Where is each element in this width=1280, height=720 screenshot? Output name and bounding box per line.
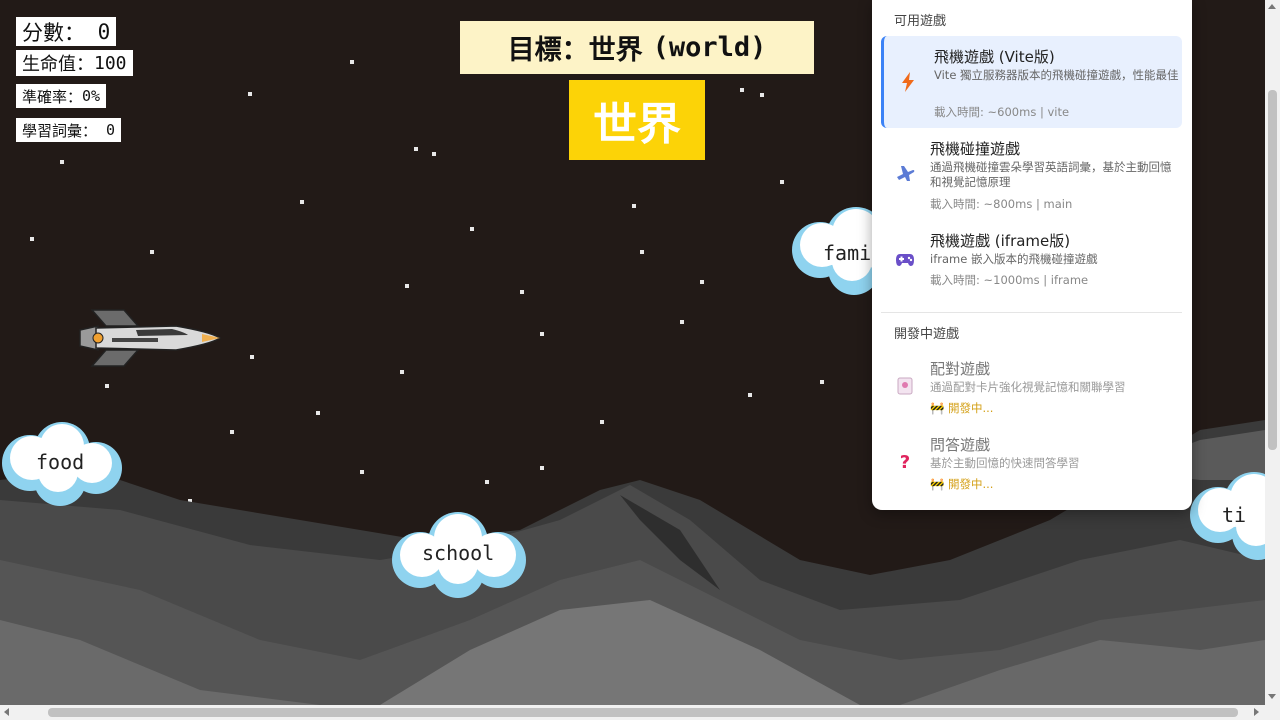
cards-icon — [895, 376, 915, 396]
vocab-label: 學習詞彙： — [22, 121, 98, 140]
star — [520, 290, 524, 294]
health-label: 生命值： — [22, 54, 94, 75]
game-description: Vite 獨立服務器版本的飛機碰撞遊戲，性能最佳 — [934, 68, 1179, 82]
target-word-zh: 世界 — [588, 35, 643, 66]
star — [405, 284, 409, 288]
star — [640, 250, 644, 254]
game-name: 飛機遊戲 (iframe版) — [930, 232, 1071, 250]
accuracy-value: 0% — [82, 87, 101, 105]
scroll-right-arrow-icon[interactable] — [1254, 708, 1259, 716]
star — [414, 147, 418, 151]
gamepad-icon — [895, 250, 915, 270]
accuracy-label: 準確率： — [22, 87, 83, 106]
menu-item-plane-game[interactable]: 飛機碰撞遊戲 通過飛機碰撞雲朵學習英語詞彙，基於主動回憶和視覺記憶原理 載入時間… — [881, 132, 1182, 216]
game-meta: 🚧 開發中... — [930, 401, 994, 415]
target-banner: 目標： 世界 (world) — [460, 21, 814, 74]
target-word-en: (world) — [652, 32, 767, 63]
star — [700, 280, 704, 284]
game-meta: 載入時間: ~1000ms | iframe — [930, 273, 1089, 287]
game-name: 問答遊戲 — [930, 436, 991, 454]
star — [600, 420, 604, 424]
star — [60, 160, 64, 164]
star — [316, 411, 320, 415]
game-name: 配對遊戲 — [930, 360, 991, 378]
star — [432, 152, 436, 156]
accuracy-display: 準確率： 0% — [16, 84, 107, 108]
cloud-time: ti — [1188, 470, 1265, 565]
star — [230, 430, 234, 434]
player-plane[interactable] — [76, 308, 226, 368]
star — [485, 480, 489, 484]
vocab-value: 0 — [106, 121, 116, 139]
game-description: iframe 嵌入版本的飛機碰撞遊戲 — [930, 252, 1098, 266]
star — [632, 204, 636, 208]
game-description: 通過配對卡片強化視覺記憶和關聯學習 — [930, 380, 1126, 394]
score-label: 分數： — [22, 20, 85, 45]
star — [540, 332, 544, 336]
game-selector-menu: 可用遊戲 飛機遊戲 (Vite版) Vite 獨立服務器版本的飛機碰撞遊戲，性能… — [872, 0, 1192, 510]
cloud-word: food — [32, 450, 89, 474]
score-display: 分數： 0 — [16, 17, 117, 46]
target-word-box: 世界 — [569, 80, 705, 160]
star — [105, 384, 109, 388]
question-icon: ? — [899, 451, 911, 473]
airplane-icon — [895, 163, 915, 183]
game-description: 基於主動回憶的快速問答學習 — [930, 456, 1080, 470]
game-description: 通過飛機碰撞雲朵學習英語詞彙，基於主動回憶和視覺記憶原理 — [930, 160, 1172, 189]
game-name: 飛機碰撞遊戲 — [930, 140, 1021, 158]
dev-games-title: 開發中遊戲 — [894, 327, 960, 342]
cloud-word: school — [418, 541, 499, 565]
star — [820, 380, 824, 384]
scroll-left-arrow-icon[interactable] — [4, 708, 9, 716]
menu-item-iframe-game[interactable]: 飛機遊戲 (iframe版) iframe 嵌入版本的飛機碰撞遊戲 載入時間: … — [881, 224, 1182, 300]
target-label: 目標： — [507, 35, 589, 66]
available-games-title: 可用遊戲 — [894, 14, 947, 29]
vertical-scroll-thumb[interactable] — [1268, 90, 1277, 450]
vocab-display: 學習詞彙： 0 — [16, 118, 122, 142]
star — [470, 227, 474, 231]
star — [748, 393, 752, 397]
menu-item-matching-game: 配對遊戲 通過配對卡片強化視覺記憶和關聯學習 🚧 開發中... — [881, 352, 1182, 424]
star — [30, 237, 34, 241]
menu-divider — [881, 312, 1182, 313]
menu-item-quiz-game: ? 問答遊戲 基於主動回憶的快速問答學習 🚧 開發中... — [881, 428, 1182, 500]
score-value: 0 — [97, 19, 111, 44]
menu-item-vite-game[interactable]: 飛機遊戲 (Vite版) Vite 獨立服務器版本的飛機碰撞遊戲，性能最佳 載入… — [881, 36, 1182, 128]
star — [680, 320, 684, 324]
star — [300, 200, 304, 204]
star — [780, 180, 784, 184]
scroll-down-arrow-icon[interactable] — [1268, 694, 1276, 699]
game-name: 飛機遊戲 (Vite版) — [934, 48, 1055, 66]
cloud-food: food — [0, 418, 132, 508]
health-display: 生命值： 100 — [16, 50, 133, 76]
star — [150, 250, 154, 254]
game-meta: 🚧 開發中... — [930, 477, 994, 491]
health-value: 100 — [94, 52, 127, 74]
star — [350, 60, 354, 64]
star — [540, 466, 544, 470]
cloud-school: school — [388, 510, 533, 600]
cloud-word: fami — [819, 241, 876, 265]
star — [250, 355, 254, 359]
cloud-word: ti — [1218, 503, 1251, 527]
game-meta: 載入時間: ~600ms | vite — [934, 105, 1070, 119]
scroll-up-arrow-icon[interactable] — [1268, 4, 1276, 9]
star — [740, 88, 744, 92]
game-meta: 載入時間: ~800ms | main — [930, 197, 1073, 211]
star — [400, 370, 404, 374]
lightning-icon — [898, 72, 918, 92]
star — [248, 92, 252, 96]
horizontal-scroll-thumb[interactable] — [48, 708, 1238, 717]
star — [360, 470, 364, 474]
star — [760, 93, 764, 97]
